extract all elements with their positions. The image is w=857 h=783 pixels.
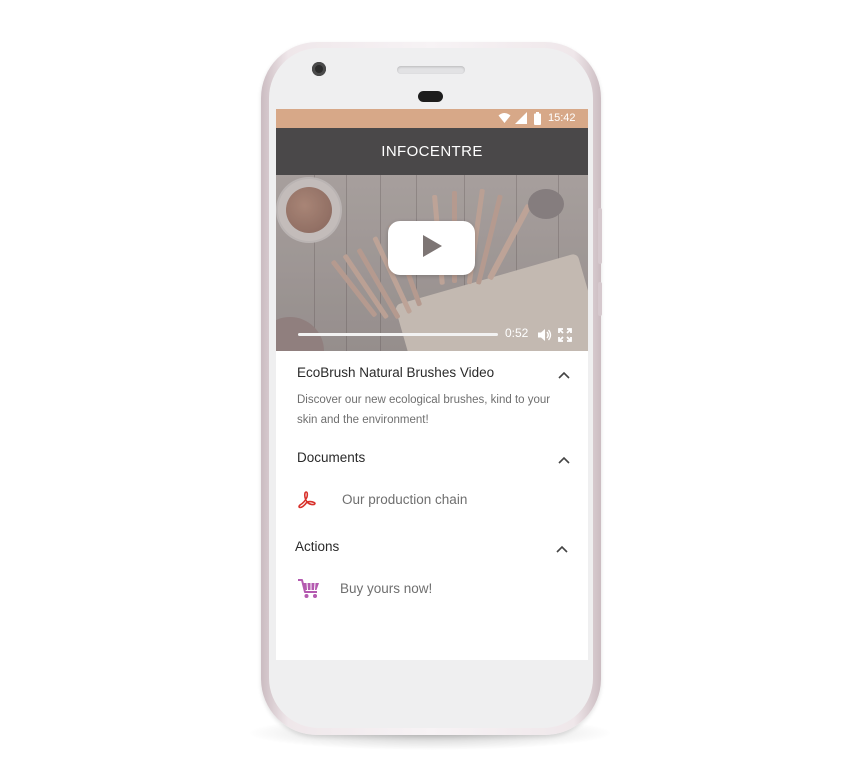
actions-header[interactable]: Actions (276, 531, 588, 561)
video-info-header[interactable]: EcoBrush Natural Brushes Video (276, 357, 588, 387)
fullscreen-icon[interactable] (558, 328, 572, 347)
volume-key (598, 208, 602, 264)
signal-icon (515, 112, 527, 127)
status-bar: 15:42 (276, 109, 588, 128)
play-icon (420, 233, 444, 264)
document-item[interactable]: Our production chain (276, 485, 588, 515)
action-label: Buy yours now! (340, 581, 433, 596)
play-button[interactable] (388, 221, 475, 275)
cart-icon (297, 578, 321, 605)
speaker-grille (397, 66, 465, 74)
document-label: Our production chain (342, 492, 468, 507)
documents-header[interactable]: Documents (276, 442, 588, 472)
video-info-title: EcoBrush Natural Brushes Video (297, 364, 495, 380)
app-title: INFOCENTRE (381, 143, 483, 160)
earpiece (418, 91, 443, 102)
video-seek-bar[interactable] (298, 333, 498, 336)
chevron-up-icon[interactable] (558, 451, 570, 469)
wifi-icon (498, 112, 511, 127)
pdf-icon (297, 490, 317, 515)
video-time: 0:52 (505, 326, 529, 340)
video-player[interactable]: 0:52 (276, 175, 588, 351)
volume-icon[interactable] (537, 328, 552, 347)
actions-title: Actions (295, 538, 340, 554)
battery-icon (534, 112, 541, 128)
power-key (598, 282, 602, 316)
action-item[interactable]: Buy yours now! (276, 574, 588, 604)
documents-title: Documents (297, 449, 366, 465)
chevron-up-icon[interactable] (556, 540, 568, 558)
phone-screen: 15:42 INFOCENTRE 0:52 EcoBrush Natural B… (276, 109, 588, 660)
chevron-up-icon[interactable] (558, 366, 570, 384)
video-description: Discover our new ecological brushes, kin… (297, 394, 551, 426)
status-time: 15:42 (548, 112, 576, 124)
app-bar: INFOCENTRE (276, 128, 588, 175)
front-camera (312, 62, 326, 76)
